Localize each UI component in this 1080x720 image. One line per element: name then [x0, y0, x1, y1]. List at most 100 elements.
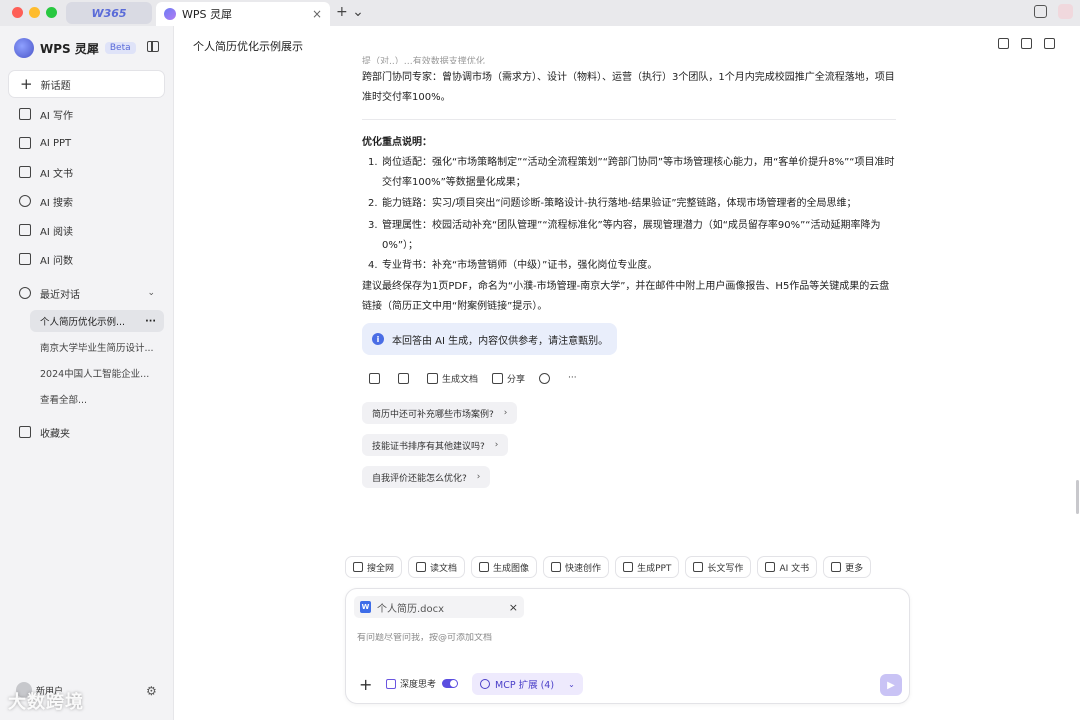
history-item-label: 2024中国人工智能企业...: [40, 369, 150, 380]
chip-ai-document[interactable]: AI 文书: [757, 556, 818, 578]
new-chat-label: 新话题: [40, 80, 71, 92]
window-copy-icon[interactable]: [1034, 5, 1047, 18]
attachment-chip[interactable]: W 个人简历.docx ×: [354, 596, 524, 618]
chip-quick-create[interactable]: 快速创作: [543, 556, 610, 578]
bookmark-button[interactable]: [398, 372, 413, 384]
list-item: 3. 管理属性：校园活动补充“团队管理”“流程标准化”等内容，展现管理潜力（如“…: [368, 216, 896, 256]
share-button[interactable]: 分享: [492, 372, 525, 385]
header-actions: [998, 38, 1055, 49]
chip-generate-image[interactable]: 生成图像: [471, 556, 538, 578]
collapse-sidebar-icon[interactable]: [147, 41, 159, 52]
info-icon: i: [372, 333, 384, 345]
sidebar-item-label: AI PPT: [40, 137, 72, 149]
word-doc-icon: W: [360, 601, 371, 613]
share-icon: [492, 372, 504, 384]
user-avatar-icon[interactable]: [1058, 4, 1073, 19]
chip-label: 生成图像: [493, 563, 530, 574]
chevron-right-icon: ›: [503, 408, 508, 418]
list-item: 2. 能力链路：实习/项目突出“问题诊断-策略设计-执行落地-结果验证”完整链路…: [368, 194, 896, 214]
chip-search-web[interactable]: 搜全网: [345, 556, 403, 578]
remove-attachment-icon[interactable]: ×: [509, 601, 518, 614]
attachment-name: 个人简历.docx: [377, 603, 445, 615]
sidebar-item-ai-writing[interactable]: AI 写作: [8, 103, 165, 125]
generate-doc-button[interactable]: 生成文档: [427, 372, 478, 385]
copy-button[interactable]: [369, 372, 384, 384]
data-icon: [19, 253, 31, 265]
sidebar-item-label: 收藏夹: [40, 428, 70, 440]
sidebar-item-label: AI 阅读: [40, 226, 73, 238]
scrollbar[interactable]: [1076, 480, 1079, 514]
chat-input[interactable]: [357, 633, 857, 643]
gear-icon[interactable]: ⚙: [146, 684, 157, 698]
send-button[interactable]: ▶: [880, 674, 902, 696]
refresh-icon: [539, 372, 551, 384]
chip-label: 搜全网: [367, 563, 395, 574]
lingxi-logo-icon: [14, 38, 34, 58]
chip-more[interactable]: 更多: [823, 556, 872, 578]
add-button[interactable]: +: [359, 675, 372, 694]
bookmark-icon[interactable]: [1021, 38, 1032, 49]
list-text: 专业背书：补充“市场营销师（中级）”证书，强化岗位专业度。: [382, 260, 658, 271]
regenerate-button[interactable]: [539, 372, 554, 384]
new-tab-button[interactable]: + ⌄: [336, 4, 364, 20]
sidebar-item-ai-search[interactable]: AI 搜索: [8, 190, 165, 212]
search-icon: [353, 562, 363, 572]
suggested-question[interactable]: 技能证书排序有其他建议吗? ›: [362, 434, 509, 456]
toggle-switch[interactable]: [442, 679, 459, 688]
recent-chats-toggle[interactable]: 最近对话 ⌄: [8, 282, 165, 304]
chip-generate-ppt[interactable]: 生成PPT: [615, 556, 680, 578]
notice-text: 本回答由 AI 生成，内容仅供参考，请注意甄别。: [392, 335, 609, 347]
list-text: 能力链路：实习/项目突出“问题诊断-策略设计-执行落地-结果验证”完整链路，体现…: [382, 198, 857, 209]
chip-label: 读文档: [430, 563, 458, 574]
deep-think-toggle[interactable]: 深度思考: [386, 677, 459, 690]
mcp-label: MCP 扩展 (4): [495, 680, 555, 691]
sidebar-item-ai-data[interactable]: AI 问数: [8, 248, 165, 270]
search-icon: [19, 195, 31, 207]
more-options-icon[interactable]: ···: [145, 316, 156, 327]
history-item[interactable]: 南京大学毕业生简历设计...: [30, 336, 164, 358]
suggested-question[interactable]: 自我评价还能怎么优化? ›: [362, 466, 491, 488]
close-window-button[interactable]: [12, 7, 23, 18]
sidebar: WPS 灵犀 Beta + 新话题 AI 写作 AI PPT AI 文书 AI …: [0, 26, 174, 720]
export-icon[interactable]: [1044, 38, 1055, 49]
suggested-question[interactable]: 简历中还可补充哪些市场案例? ›: [362, 402, 518, 424]
history-item-label: 个人简历优化示例...: [40, 317, 126, 328]
history-item[interactable]: 2024中国人工智能企业...: [30, 362, 164, 384]
clock-icon: [19, 287, 31, 299]
new-chat-button[interactable]: + 新话题: [8, 70, 165, 98]
history-item[interactable]: 个人简历优化示例... ···: [30, 310, 164, 332]
sidebar-item-ai-document[interactable]: AI 文书: [8, 161, 165, 183]
generate-doc-label: 生成文档: [442, 374, 479, 385]
minimize-window-button[interactable]: [29, 7, 40, 18]
plugin-icon: [480, 679, 490, 689]
sidebar-item-ai-ppt[interactable]: AI PPT: [8, 132, 165, 154]
home-tab[interactable]: W365: [66, 2, 152, 24]
sidebar-item-ai-reading[interactable]: AI 阅读: [8, 219, 165, 241]
list-text: 岗位适配：强化“市场策略制定”“活动全流程策划”“跨部门协同”等市场管理核心能力…: [382, 157, 895, 188]
answer-actions: 生成文档 分享 ···: [369, 370, 591, 386]
mcp-extension-dropdown[interactable]: MCP 扩展 (4) ⌄: [472, 673, 583, 695]
chat-input-box: W 个人简历.docx × + 深度思考 MCP 扩展 (4) ⌄ ▶: [345, 588, 910, 704]
sparkle-icon: [693, 562, 704, 572]
pen-icon: [19, 108, 31, 120]
more-actions-button[interactable]: ···: [568, 373, 577, 383]
watermark-logo: 大数跨境: [8, 692, 84, 713]
maximize-window-button[interactable]: [46, 7, 57, 18]
recent-chats-label: 最近对话: [40, 289, 80, 301]
chip-long-writing[interactable]: 长文写作: [685, 556, 752, 578]
cross-dept-paragraph: 跨部门协同专家：曾协调市场（需求方）、设计（物料）、运营（执行）3个团队，1个月…: [362, 72, 895, 103]
chip-read-doc[interactable]: 读文档: [408, 556, 466, 578]
tab-wps-lingxi[interactable]: WPS 灵犀 ×: [156, 2, 330, 26]
document-icon: [19, 166, 31, 178]
book-icon: [416, 562, 427, 572]
list-number: 3.: [368, 220, 378, 231]
view-all-history-link[interactable]: 查看全部...: [30, 388, 164, 410]
ppt-icon: [19, 137, 31, 149]
brand-name: WPS 灵犀: [40, 41, 99, 56]
sidebar-item-label: AI 写作: [40, 110, 73, 122]
share-icon[interactable]: [998, 38, 1009, 49]
sidebar-item-label: AI 搜索: [40, 197, 73, 209]
copy-icon: [369, 372, 380, 384]
tab-close-icon[interactable]: ×: [312, 7, 322, 21]
sidebar-item-favorites[interactable]: 收藏夹: [8, 421, 165, 443]
